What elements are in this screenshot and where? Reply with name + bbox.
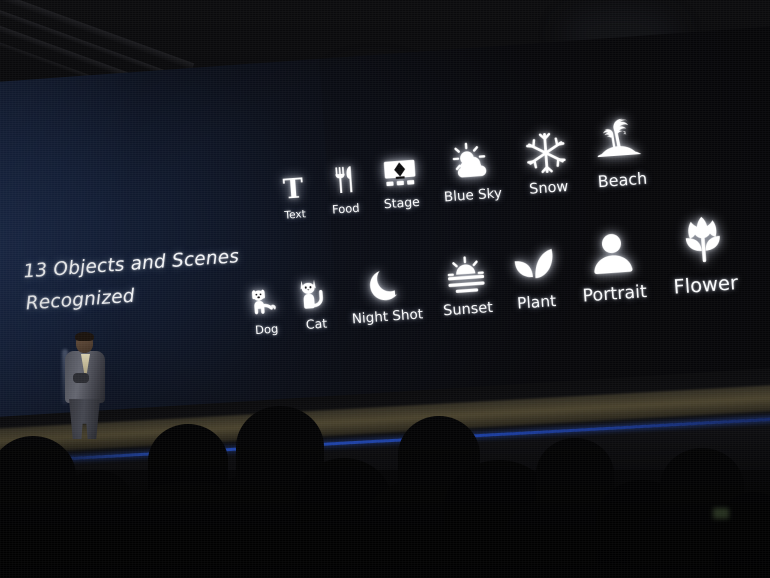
- presenter-hands: [73, 373, 89, 383]
- presenter: [56, 332, 112, 439]
- presenter-hair: [75, 332, 94, 341]
- foreground-darkening: [0, 428, 770, 578]
- keynote-stage-photo: 13 Objects and Scenes Recognized TText F…: [0, 0, 770, 578]
